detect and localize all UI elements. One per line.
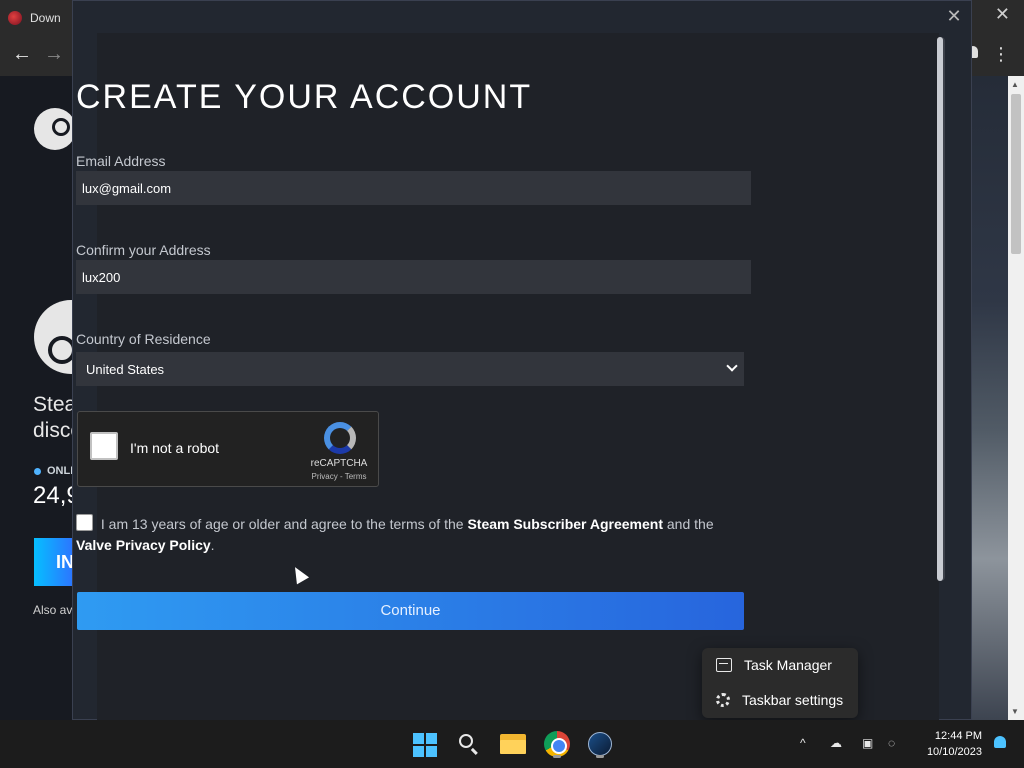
confirm-email-field[interactable] xyxy=(76,260,751,294)
network-icon[interactable]: ◌ xyxy=(888,736,895,750)
recaptcha-brand: reCAPTCHA xyxy=(310,458,368,469)
scroll-up-icon[interactable]: ▲ xyxy=(1011,80,1019,89)
notification-bell-icon[interactable] xyxy=(994,736,1006,748)
email-field[interactable] xyxy=(76,171,751,205)
chrome-button[interactable] xyxy=(541,728,573,760)
online-dot-icon xyxy=(34,467,41,475)
forward-arrow-icon[interactable]: → xyxy=(44,44,64,64)
chevron-down-icon xyxy=(726,360,738,372)
recaptcha-label: I'm not a robot xyxy=(130,440,220,456)
privacy-policy-link[interactable]: Valve Privacy Policy xyxy=(76,537,211,553)
online-count: 24,9 xyxy=(33,482,73,509)
running-indicator xyxy=(553,755,561,758)
country-selected-value: United States xyxy=(86,362,165,377)
start-button[interactable] xyxy=(408,728,440,760)
taskbar-context-menu: Task Manager Taskbar settings xyxy=(702,648,858,718)
also-available-text: Also available xyxy=(33,603,73,617)
display-icon[interactable]: ▣ xyxy=(862,736,873,750)
tray-chevron-icon[interactable]: ^ xyxy=(800,736,806,750)
scrollbar-thumb[interactable] xyxy=(1011,94,1021,254)
search-icon xyxy=(459,734,473,748)
taskbar: ^ ☁ ▣ ◌ 12:44 PM 10/10/2023 xyxy=(0,720,1024,768)
back-arrow-icon[interactable]: ← xyxy=(12,44,32,64)
browser-menu-icon[interactable]: ⋮ xyxy=(992,44,1010,65)
country-select[interactable]: United States xyxy=(76,352,744,386)
menu-item-task-manager[interactable]: Task Manager xyxy=(702,648,858,682)
window-close-icon[interactable]: ✕ xyxy=(995,4,1010,25)
recaptcha-checkbox[interactable] xyxy=(90,432,118,460)
dialog-scrollbar-thumb[interactable] xyxy=(937,37,943,581)
subscriber-agreement-link[interactable]: Steam Subscriber Agreement xyxy=(467,516,663,532)
file-explorer-button[interactable] xyxy=(497,728,529,760)
confirm-email-label: Confirm your Address xyxy=(76,242,211,258)
tab-title: Down xyxy=(30,11,61,25)
recaptcha-widget: I'm not a robot reCAPTCHA Privacy - Term… xyxy=(77,411,379,487)
clock-date: 10/10/2023 xyxy=(926,746,982,758)
recaptcha-links[interactable]: Privacy - Terms xyxy=(304,472,374,481)
recaptcha-logo-icon xyxy=(324,422,356,454)
tab-favicon-icon xyxy=(8,11,22,25)
dialog-close-icon[interactable]: ✕ xyxy=(943,5,965,27)
hero-text: Steam discover xyxy=(33,393,73,442)
gear-icon xyxy=(716,693,730,707)
steam-icon xyxy=(588,732,612,756)
windows-logo-icon xyxy=(413,733,424,744)
task-manager-icon xyxy=(716,658,732,672)
chrome-icon xyxy=(544,731,570,757)
country-label: Country of Residence xyxy=(76,331,211,347)
running-indicator xyxy=(596,755,604,758)
steam-taskbar-button[interactable] xyxy=(584,728,616,760)
background-artwork xyxy=(972,76,1008,720)
page-scrollbar[interactable]: ▲ ▼ xyxy=(1008,76,1024,720)
page-title: CREATE YOUR ACCOUNT xyxy=(76,78,533,116)
folder-icon xyxy=(500,734,526,754)
agreement-text: I am 13 years of age or older and agree … xyxy=(76,514,714,553)
steam-logo-icon[interactable] xyxy=(34,108,76,150)
email-label: Email Address xyxy=(76,153,166,169)
search-button[interactable] xyxy=(452,728,484,760)
install-button[interactable]: INSTALL xyxy=(34,538,74,586)
agreement-checkbox[interactable] xyxy=(76,514,93,531)
onedrive-icon[interactable]: ☁ xyxy=(830,736,842,750)
continue-button[interactable]: Continue xyxy=(77,592,744,630)
clock-time: 12:44 PM xyxy=(934,730,982,742)
scroll-down-icon[interactable]: ▼ xyxy=(1011,707,1019,716)
clock[interactable]: 12:44 PM 10/10/2023 xyxy=(927,728,982,760)
menu-item-taskbar-settings[interactable]: Taskbar settings xyxy=(702,683,858,717)
